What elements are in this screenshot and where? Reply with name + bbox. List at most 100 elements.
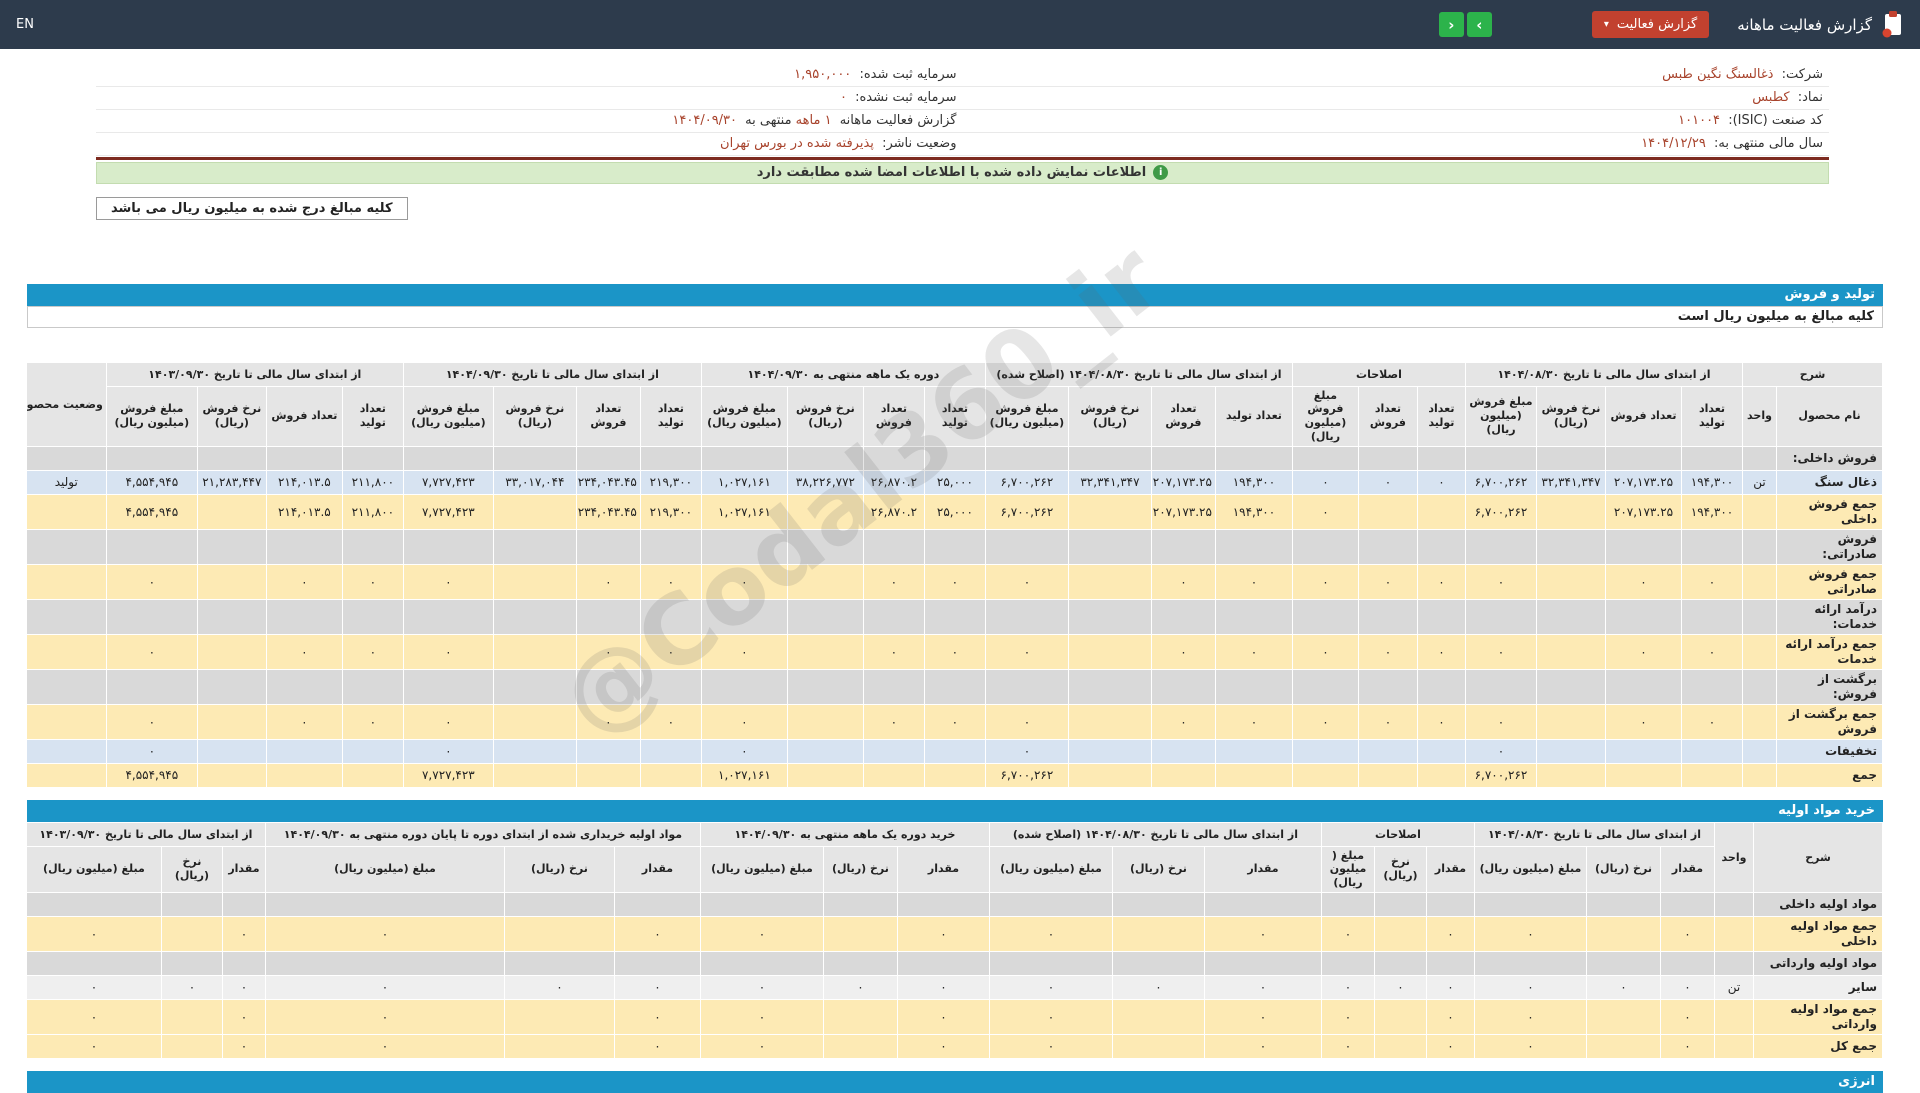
prev-report-button[interactable]: ‹ [1438, 12, 1464, 37]
row-label-cell: جمع کل [1753, 1033, 1883, 1059]
value-cell [1357, 738, 1418, 764]
value-cell: ۲۶,۸۷۰.۲ [862, 493, 925, 530]
column-header: مقدار [221, 845, 266, 893]
value-cell: ۷,۷۲۷,۴۲۳ [402, 762, 494, 788]
value-cell: ۰ [1681, 633, 1743, 670]
next-report-button[interactable]: › [1466, 12, 1492, 37]
value-cell: ۰ [1291, 493, 1359, 530]
value-cell [1320, 891, 1375, 917]
raw-materials-table: شرح واحد از ابتدای سال مالی تا تاریخ ۱۴۰۴/… [25, 821, 1883, 1059]
row-label-cell: جمع برگشت از فروش [1776, 703, 1883, 740]
value-cell: ۰ [221, 1033, 266, 1059]
row-label-cell: سایر [1753, 974, 1883, 1000]
row-label-cell: ذغال سنگ [1776, 469, 1883, 495]
value-cell: ۲۳۴,۰۴۳.۴۵ [575, 469, 641, 495]
column-header: تعداد فروش [575, 385, 641, 447]
value-cell [1357, 668, 1418, 705]
unit-cell [1742, 563, 1777, 600]
value-cell [1067, 762, 1152, 788]
value-cell [1605, 668, 1682, 705]
value-cell [1357, 762, 1418, 788]
table-row: مواد اولیه داخلی [25, 891, 1883, 917]
value-cell: ۰ [1291, 633, 1359, 670]
value-cell: ۰ [639, 703, 702, 740]
value-cell: ۰ [923, 563, 986, 600]
row-label-cell: جمع مواد اولیه وارداتی [1753, 998, 1883, 1035]
value-cell [1111, 998, 1205, 1035]
value-cell [822, 998, 898, 1035]
value-cell [613, 950, 701, 976]
info-row: شرکت: ذغالسنگ نگین طبس سرمایه ثبت شده: ۱… [96, 63, 1829, 87]
group-header: مواد اولیه خریداری شده از ابتدای دوره تا… [264, 821, 701, 847]
info-row: کد صنعت (ISIC): ۱۰۱۰۰۴ گزارش فعالیت ماها… [96, 109, 1829, 133]
value-cell: ۰ [1203, 974, 1322, 1000]
unit-cell [1742, 493, 1777, 530]
value-cell [923, 445, 986, 471]
value-cell: ۰ [105, 633, 198, 670]
value-cell [265, 598, 343, 635]
value-cell [1150, 598, 1216, 635]
value-cell: ۰ [1357, 469, 1418, 495]
value-cell [786, 762, 864, 788]
value-cell [1291, 528, 1359, 565]
company-cell: شرکت: ذغالسنگ نگین طبس [962, 63, 1829, 87]
isic-cell: کد صنعت (ISIC): ۱۰۱۰۰۴ [962, 109, 1829, 133]
value-cell [196, 762, 267, 788]
value-cell [1373, 998, 1427, 1035]
value-cell [984, 445, 1069, 471]
value-cell: ۰ [699, 915, 824, 952]
value-cell [1425, 891, 1475, 917]
column-header: مبلغ فروش (میلیون ریال) [105, 385, 198, 447]
value-cell: ۰ [221, 915, 266, 952]
value-cell [1214, 762, 1293, 788]
unit-cell [1742, 528, 1777, 565]
value-cell: ۱۹۴,۳۰۰ [1681, 493, 1743, 530]
value-cell [923, 762, 986, 788]
table-header: شرح واحد از ابتدای سال مالی تا تاریخ ۱۴۰۴/… [25, 821, 1883, 893]
value-cell [1150, 528, 1216, 565]
unit-cell [1714, 998, 1754, 1035]
value-cell [341, 528, 404, 565]
row-label-cell: مواد اولیه وارداتی [1753, 950, 1883, 976]
value-cell: ۰ [265, 633, 343, 670]
value-cell: ۰ [1464, 633, 1538, 670]
value-cell [341, 762, 404, 788]
column-header: تعداد فروش [265, 385, 343, 447]
value-cell: ۲۰۷,۱۷۳.۲۵ [1150, 493, 1216, 530]
value-cell: ۰ [1150, 563, 1216, 600]
value-cell: ۲۱۱,۸۰۰ [341, 469, 404, 495]
report-period-value: ۱۴۰۴/۰۹/۳۰ [672, 113, 738, 128]
value-cell: ۰ [221, 974, 266, 1000]
symbol-label: نماد: [1797, 90, 1823, 105]
value-cell: ۰ [1473, 974, 1588, 1000]
value-cell: ۰ [1425, 998, 1475, 1035]
status-header: وضعیت محصول-واحد [25, 361, 107, 447]
value-cell [1291, 598, 1359, 635]
value-cell [1660, 891, 1715, 917]
value-cell: ۰ [1473, 1033, 1588, 1059]
value-cell [1473, 891, 1588, 917]
value-cell: ۲۱۹,۳۰۰ [639, 493, 702, 530]
unit-cell [1742, 738, 1777, 764]
row-label-cell: مواد اولیه داخلی [1753, 891, 1883, 917]
issuer-status-label: وضعیت ناشر: [882, 136, 957, 151]
activity-report-dropdown-button[interactable]: گزارش فعالیت ▾ [1591, 11, 1710, 38]
symbol-value: کطبس [1752, 90, 1790, 105]
value-cell [196, 598, 267, 635]
divider [96, 156, 1829, 160]
value-cell: ۰ [1416, 633, 1466, 670]
unit-cell: تن [1714, 974, 1754, 1000]
value-cell: ۰ [264, 998, 505, 1035]
value-cell: ۰ [700, 633, 788, 670]
table-row: جمع کل ۰ ۰ ۰ ۰ ۰ ۰ ۰ ۰ ۰ ۰ ۰ ۰ [25, 1033, 1883, 1059]
value-cell [1214, 528, 1293, 565]
value-cell [1067, 528, 1152, 565]
value-cell: ۲۶,۸۷۰.۲ [862, 469, 925, 495]
value-cell [492, 762, 577, 788]
value-cell [639, 738, 702, 764]
language-en-link[interactable]: EN [16, 17, 34, 32]
column-header: تعداد فروش [1357, 385, 1418, 447]
value-cell [1536, 445, 1606, 471]
fiscal-year-label: سال مالی منتهی به: [1713, 136, 1823, 151]
value-cell: ۰ [1425, 974, 1475, 1000]
